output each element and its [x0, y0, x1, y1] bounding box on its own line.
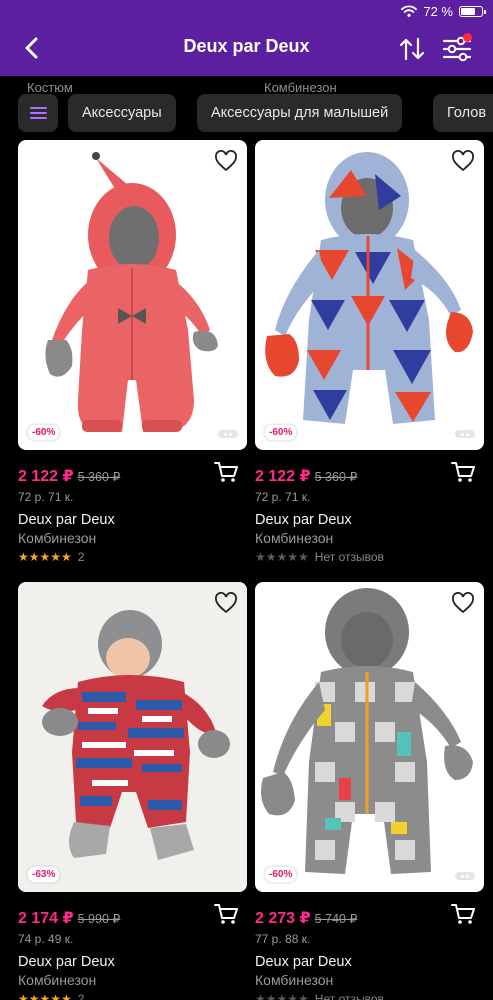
rating: ★★★★★ Нет отзывов [255, 550, 484, 564]
product-image[interactable]: -60% [18, 140, 247, 450]
chip-headwear[interactable]: Голов [433, 94, 493, 132]
battery-percent: 72 % [423, 3, 453, 19]
review-count: Нет отзывов [314, 992, 384, 1000]
product-card[interactable]: -63% 2 174 ₽5 990 ₽ 74 р. 49 к. Deux par… [18, 582, 247, 1000]
product-card[interactable]: -60% 2 122 ₽5 360 ₽ 72 р. 71 к. Deux par… [255, 140, 484, 564]
battery-icon [459, 5, 486, 17]
category-chips: Аксессуары Аксессуары для малышей Голов [0, 92, 493, 134]
price: 2 122 ₽ [18, 468, 74, 485]
baby-snowsuit-image [18, 582, 247, 892]
discount-badge: -63% [27, 866, 61, 883]
price: 2 174 ₽ [18, 910, 74, 927]
menu-icon[interactable] [18, 94, 58, 132]
wifi-icon [401, 5, 418, 17]
product-category: Комбинезон [18, 972, 97, 988]
heart-icon[interactable] [214, 150, 238, 172]
old-price: 5 360 ₽ [314, 470, 358, 484]
product-card[interactable]: -60% 2 122 ₽5 360 ₽ 72 р. 71 к. Deux par… [18, 140, 247, 564]
product-brand: Deux par Deux [18, 954, 115, 970]
discount-badge: -60% [264, 424, 298, 441]
discount-badge: -60% [27, 424, 61, 441]
star-rating-icon: ★★★★★ [18, 992, 72, 1000]
chip-baby-accessories[interactable]: Аксессуары для малышей [197, 94, 403, 132]
product-category: Комбинезон [255, 972, 334, 988]
star-rating-icon: ★★★★★ [255, 992, 309, 1000]
status-bar: 72 % [401, 3, 486, 19]
installment-price: 77 р. 88 к. [255, 932, 311, 946]
image-pager [218, 430, 238, 438]
price-row: 2 122 ₽5 360 ₽ [255, 462, 484, 488]
pink-snowsuit-image [45, 152, 218, 432]
star-rating-icon: ★★★★★ [18, 550, 72, 564]
app-header: 72 % Deux par Deux [0, 0, 493, 76]
triangle-snowsuit-image [265, 152, 473, 424]
product-image[interactable]: -60% [255, 582, 484, 892]
product-image[interactable]: -60% [255, 140, 484, 450]
product-image[interactable]: -63% [18, 582, 247, 892]
price: 2 122 ₽ [255, 468, 311, 485]
review-count: Нет отзывов [314, 550, 384, 564]
product-card[interactable]: -60% 2 273 ₽5 740 ₽ 77 р. 88 к. Deux par… [255, 582, 484, 1000]
product-category: Комбинезон [18, 530, 97, 546]
filter-active-badge [463, 33, 472, 42]
old-price: 5 360 ₽ [77, 470, 121, 484]
image-pager [455, 872, 475, 880]
rating: ★★★★★ 2 [18, 992, 247, 1000]
cart-icon[interactable] [450, 902, 476, 926]
review-count: 2 [77, 992, 85, 1000]
product-brand: Deux par Deux [255, 954, 352, 970]
rating: ★★★★★ 2 [18, 550, 247, 564]
cart-icon[interactable] [213, 902, 239, 926]
product-brand: Deux par Deux [18, 512, 115, 528]
installment-price: 72 р. 71 к. [18, 490, 74, 504]
product-category: Комбинезон [255, 530, 334, 546]
price-row: 2 122 ₽5 360 ₽ [18, 462, 247, 488]
installment-price: 74 р. 49 к. [18, 932, 74, 946]
old-price: 5 990 ₽ [77, 912, 121, 926]
heart-icon[interactable] [451, 592, 475, 614]
heart-icon[interactable] [214, 592, 238, 614]
chip-accessories[interactable]: Аксессуары [68, 94, 176, 132]
heart-icon[interactable] [451, 150, 475, 172]
image-pager [455, 430, 475, 438]
price-row: 2 273 ₽5 740 ₽ [255, 904, 484, 930]
cart-icon[interactable] [213, 460, 239, 484]
rating: ★★★★★ Нет отзывов [255, 992, 484, 1000]
price-row: 2 174 ₽5 990 ₽ [18, 904, 247, 930]
star-rating-icon: ★★★★★ [255, 550, 309, 564]
review-count: 2 [77, 550, 85, 564]
plaid-snowsuit-image [261, 588, 473, 874]
cart-icon[interactable] [450, 460, 476, 484]
product-brand: Deux par Deux [255, 512, 352, 528]
discount-badge: -60% [264, 866, 298, 883]
old-price: 5 740 ₽ [314, 912, 358, 926]
installment-price: 72 р. 71 к. [255, 490, 311, 504]
sort-arrows-icon[interactable] [398, 36, 426, 62]
price: 2 273 ₽ [255, 910, 311, 927]
